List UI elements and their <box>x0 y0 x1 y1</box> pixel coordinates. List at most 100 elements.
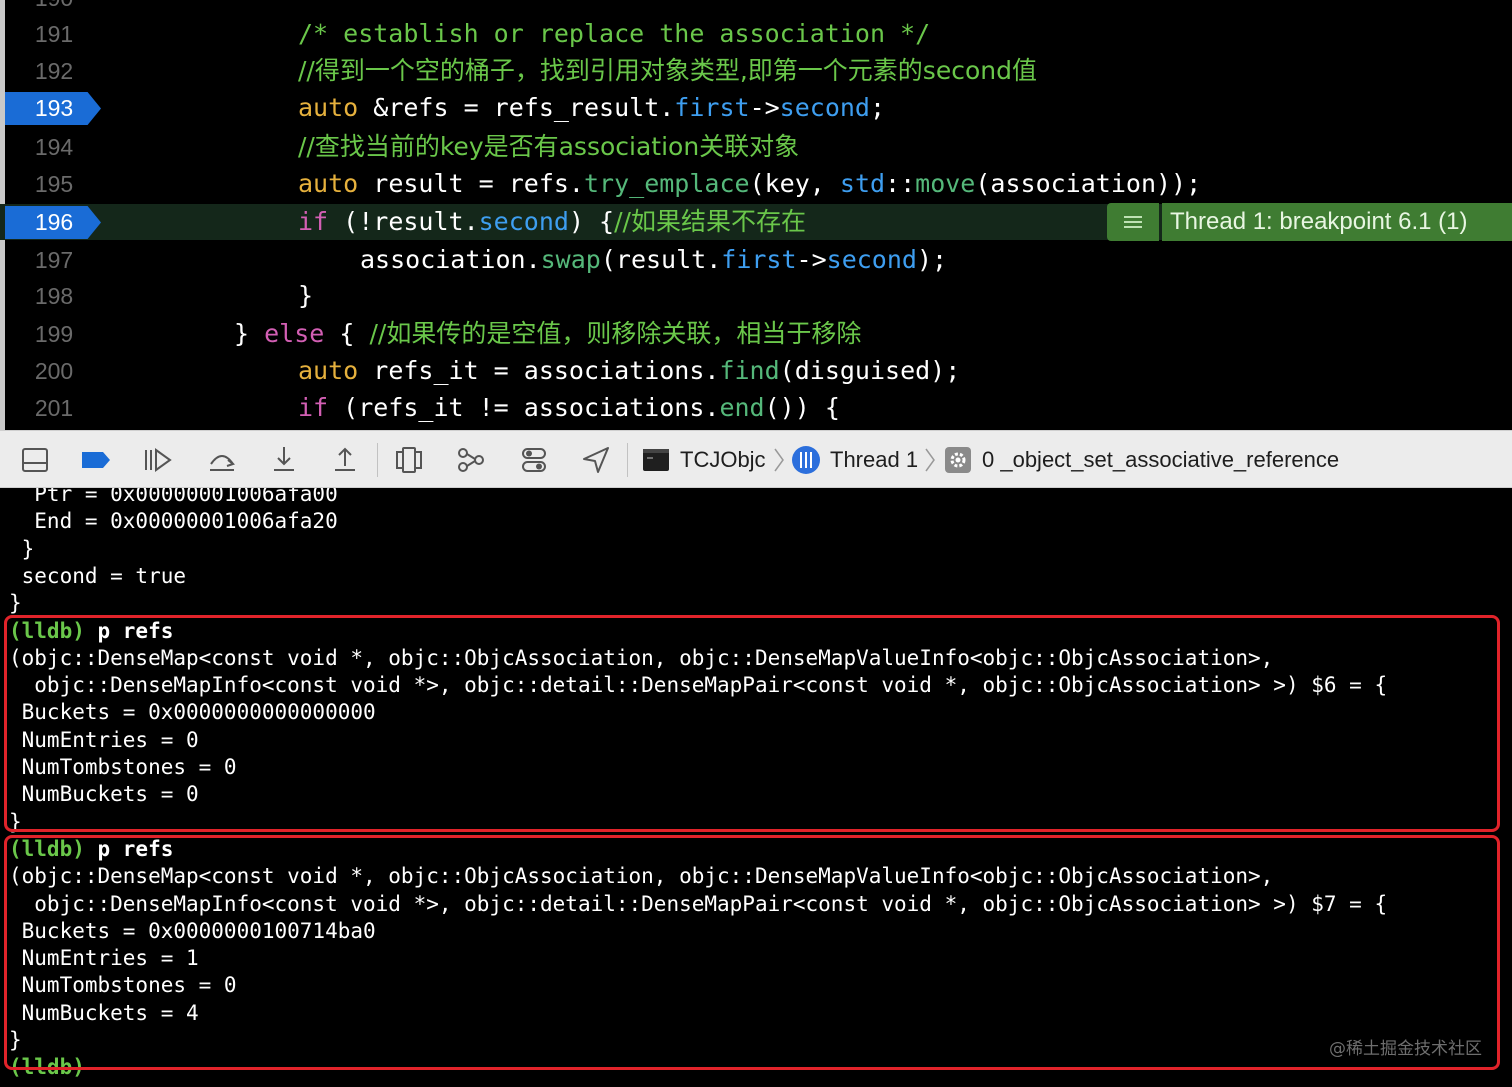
line-number[interactable]: 196 <box>14 204 94 240</box>
source-editor[interactable]: 190191 /* establish or replace the associ… <box>0 0 1512 430</box>
breadcrumb-target[interactable]: TCJObjc <box>680 431 766 489</box>
simulate-location-icon[interactable] <box>580 444 612 476</box>
code-line-197[interactable]: 197 association.swap(result.first->second… <box>0 242 1512 278</box>
code-token: auto <box>298 356 359 385</box>
code-token: } <box>298 281 314 310</box>
code-text: /* establish or replace the association … <box>298 16 930 52</box>
line-number[interactable]: 193 <box>14 90 94 126</box>
code-token: else <box>264 319 325 348</box>
code-token: } <box>234 319 265 348</box>
breadcrumb-stack-frame[interactable]: 0 _object_set_associative_reference <box>982 431 1339 489</box>
code-line-199[interactable]: 199} else { //如果传的是空值，则移除关联，相当于移除 <box>0 316 1512 352</box>
code-text: } <box>298 278 313 314</box>
code-token: //如果传的是空值，则移除关联，相当于移除 <box>369 319 862 348</box>
code-token: second <box>826 245 917 274</box>
chevron-right-icon <box>925 448 935 472</box>
debug-console[interactable]: Ptr = 0x00000001006afa00 End = 0x0000000… <box>0 488 1512 1087</box>
code-token: auto <box>298 93 359 122</box>
breakpoints-toggle-icon[interactable] <box>80 444 112 476</box>
console-line: End = 0x00000001006afa20 <box>9 509 338 534</box>
debug-toolbar: TCJObjc Thread 1 0 _object_set_associati… <box>0 430 1512 488</box>
code-token: ); <box>916 245 948 274</box>
stack-frame-gear-icon <box>944 446 972 474</box>
code-token: association. <box>360 245 541 274</box>
thread-badge-label: Thread 1: breakpoint 6.1 (1) <box>1162 203 1512 241</box>
view-hierarchy-icon[interactable] <box>393 444 425 476</box>
code-token: (disguised); <box>779 356 961 385</box>
code-token: try_emplace <box>584 169 750 198</box>
code-line-194[interactable]: 194 //查找当前的key是否有association关联对象 <box>0 129 1512 165</box>
code-token: (key, <box>749 169 840 198</box>
code-token: find <box>719 356 780 385</box>
line-number[interactable]: 191 <box>14 16 94 52</box>
line-number[interactable]: 195 <box>14 166 94 202</box>
code-line-200[interactable]: 200 auto refs_it = associations.find(disg… <box>0 353 1512 389</box>
code-token: //如果结果不存在 <box>614 207 806 236</box>
step-over-icon[interactable] <box>206 444 238 476</box>
code-token: /* establish or replace the association … <box>298 19 931 48</box>
code-line-190[interactable]: 190 <box>0 0 1512 16</box>
step-out-icon[interactable] <box>329 444 361 476</box>
code-line-192[interactable]: 192 //得到一个空的桶子，找到引用对象类型,即第一个元素的second值 <box>0 53 1512 89</box>
code-text: association.swap(result.first->second); <box>360 242 947 278</box>
code-text: //查找当前的key是否有association关联对象 <box>298 129 799 165</box>
code-token: &refs = refs_result. <box>358 93 675 122</box>
continue-icon[interactable] <box>142 444 174 476</box>
code-token: second <box>478 207 569 236</box>
memory-graph-icon[interactable] <box>455 444 487 476</box>
line-number[interactable]: 197 <box>14 242 94 278</box>
line-number[interactable]: 198 <box>14 278 94 314</box>
code-token: end <box>719 393 765 422</box>
code-token: (association)); <box>975 169 1202 198</box>
code-text: } else { //如果传的是空值，则移除关联，相当于移除 <box>234 316 861 352</box>
code-line-201[interactable]: 201 if (refs_it != associations.end()) { <box>0 390 1512 426</box>
code-token: //得到一个空的桶子，找到引用对象类型,即第一个元素的second值 <box>298 56 1037 85</box>
code-text: auto refs_it = associations.find(disguis… <box>298 353 960 389</box>
watermark: @稀土掘金技术社区 <box>1329 1039 1482 1059</box>
code-text: //得到一个空的桶子，找到引用对象类型,即第一个元素的second值 <box>298 53 1037 89</box>
thread-breakpoint-annotation[interactable]: Thread 1: breakpoint 6.1 (1) <box>1107 203 1512 241</box>
code-text: if (refs_it != associations.end()) { <box>298 390 840 426</box>
highlight-box-after <box>4 835 1500 1070</box>
code-line-198[interactable]: 198} <box>0 278 1512 314</box>
highlight-box-before <box>4 615 1500 832</box>
hide-console-icon[interactable] <box>19 444 51 476</box>
line-number[interactable]: 199 <box>14 316 94 352</box>
line-number[interactable]: 192 <box>14 53 94 89</box>
code-token: std <box>839 169 886 198</box>
code-token: move <box>915 169 976 198</box>
code-token: ()) { <box>764 393 840 422</box>
code-token: refs_it = associations. <box>358 356 720 385</box>
code-token: :: <box>885 169 916 198</box>
code-token: ; <box>869 93 886 122</box>
code-line-191[interactable]: 191 /* establish or replace the associati… <box>0 16 1512 52</box>
code-token: second <box>779 93 870 122</box>
code-token: swap <box>540 245 601 274</box>
line-number[interactable]: 190 <box>14 0 94 16</box>
toolbar-separator <box>377 443 378 477</box>
line-number[interactable]: 201 <box>14 390 94 426</box>
code-token: (result. <box>600 245 722 274</box>
code-line-193[interactable]: 193 auto &refs = refs_result.first->secon… <box>0 90 1512 126</box>
code-token: if <box>298 393 329 422</box>
step-into-icon[interactable] <box>268 444 300 476</box>
list-icon[interactable] <box>1107 203 1159 241</box>
code-token: (!result. <box>328 207 479 236</box>
app-target-icon <box>642 446 670 474</box>
breadcrumb-thread[interactable]: Thread 1 <box>830 431 918 489</box>
code-token: first <box>721 245 797 274</box>
chevron-right-icon <box>774 448 784 472</box>
console-line: second = true <box>9 563 187 588</box>
environment-overrides-icon[interactable] <box>518 444 550 476</box>
code-token: auto <box>298 169 359 198</box>
code-line-195[interactable]: 195 auto result = refs.try_emplace(key, s… <box>0 166 1512 202</box>
code-token: { <box>324 319 370 348</box>
code-text: if (!result.second) {//如果结果不存在 <box>298 204 806 240</box>
console-line: } <box>9 536 35 561</box>
code-text: auto &refs = refs_result.first->second; <box>298 90 885 126</box>
code-token: if <box>298 207 329 236</box>
line-number[interactable]: 194 <box>14 129 94 165</box>
code-token: -> <box>796 245 827 274</box>
code-token: ) { <box>568 207 615 236</box>
line-number[interactable]: 200 <box>14 353 94 389</box>
